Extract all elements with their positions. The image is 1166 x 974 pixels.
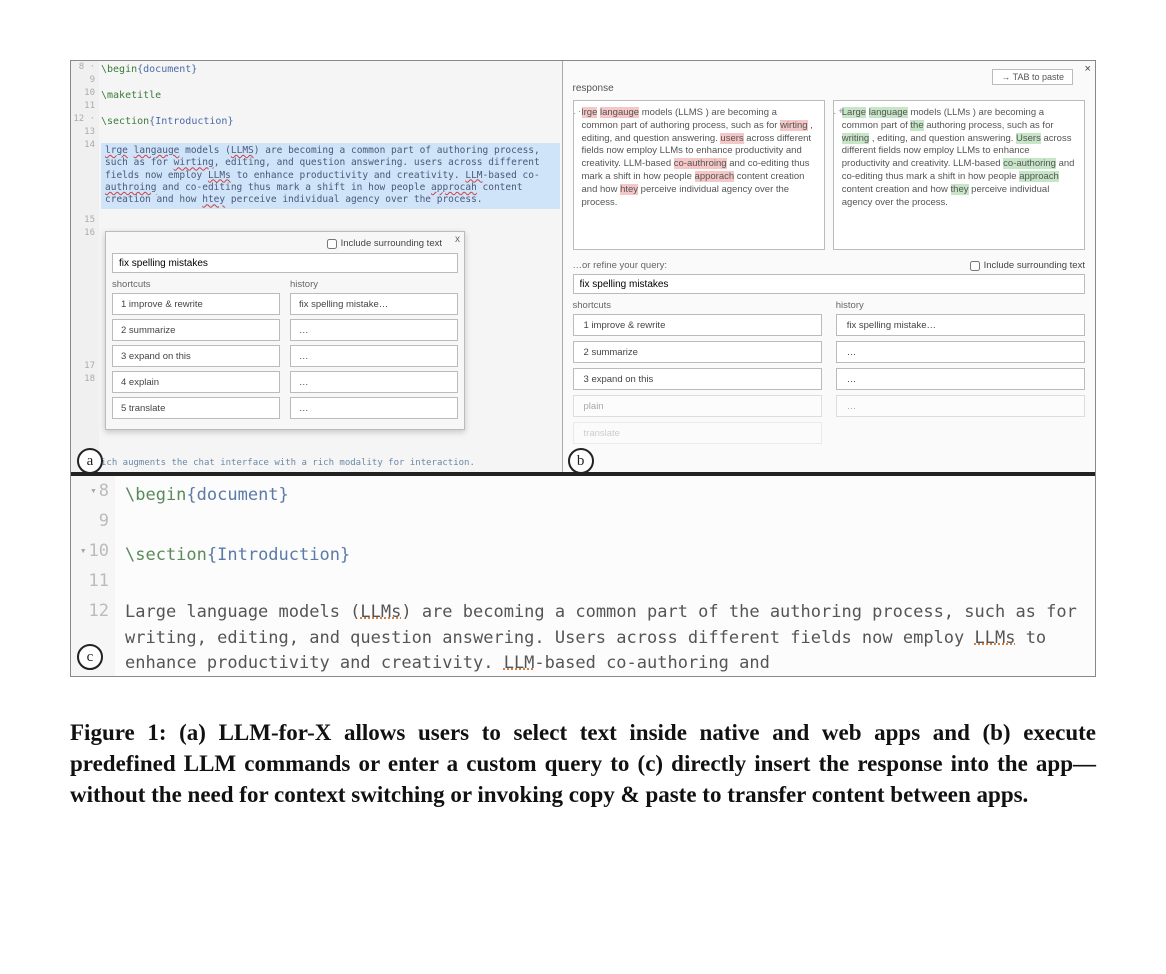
refine-label: …or refine your query: <box>573 260 668 271</box>
shortcuts-header: shortcuts <box>573 300 822 311</box>
history-header: history <box>290 279 458 290</box>
code-body[interactable]: \begin{document} \maketitle \section{Int… <box>101 61 562 209</box>
shortcut-option[interactable]: 4 explain <box>112 371 280 393</box>
include-context-label: Include surrounding text <box>341 238 442 249</box>
panel-a-editor: 8 · 9 10 11 12 · 13 14 15 16 17 18 \begi… <box>71 61 563 472</box>
shortcut-option[interactable]: 2 summarize <box>573 341 822 363</box>
code-body[interactable]: \begin{document} \section{Introduction} … <box>125 476 1095 677</box>
tab-paste-hint: → TAB to paste <box>992 69 1073 85</box>
include-context-checkbox[interactable] <box>970 261 980 271</box>
query-input[interactable] <box>112 253 458 273</box>
history-option[interactable]: … <box>836 341 1085 363</box>
history-option[interactable]: … <box>836 395 1085 417</box>
figure-caption: Figure 1: (a) LLM-for-X allows users to … <box>70 717 1096 810</box>
badge-c: c <box>77 644 103 670</box>
panel-b-response: × → TAB to paste response 1 · lrge langa… <box>563 61 1095 472</box>
history-option[interactable]: … <box>290 371 458 393</box>
history-option[interactable]: fix spelling mistake… <box>290 293 458 315</box>
history-option[interactable]: … <box>290 397 458 419</box>
history-option[interactable]: … <box>836 368 1085 390</box>
include-context-label: Include surrounding text <box>984 260 1085 271</box>
shortcut-option[interactable]: translate <box>573 422 822 444</box>
editor-footline: ich augments the chat interface with a r… <box>101 458 475 468</box>
history-header: history <box>836 300 1085 311</box>
shortcut-option[interactable]: 5 translate <box>112 397 280 419</box>
panel-c-result-editor: ············ ▾8 9 ▾10 11 12 \begin{docum… <box>71 476 1095 676</box>
response-corrected[interactable]: 1 + Large language models (LLMs ) are be… <box>833 100 1085 250</box>
shortcut-option[interactable]: 3 expand on this <box>112 345 280 367</box>
badge-a: a <box>77 448 103 474</box>
shortcut-option[interactable]: plain <box>573 395 822 417</box>
badge-b: b <box>568 448 594 474</box>
shortcuts-header: shortcuts <box>112 279 280 290</box>
selected-text[interactable]: lrge langauge models (LLMS) are becoming… <box>101 143 560 209</box>
figure-composite: a b c 8 · 9 10 11 12 · 13 14 15 16 17 18… <box>70 60 1096 677</box>
line-gutter: 8 · 9 10 11 12 · 13 14 15 16 17 18 <box>71 61 99 472</box>
shortcut-option[interactable]: 3 expand on this <box>573 368 822 390</box>
response-original[interactable]: 1 · lrge langauge models (LLMS ) are bec… <box>573 100 825 250</box>
shortcut-option[interactable]: 2 summarize <box>112 319 280 341</box>
query-popup: x Include surrounding text shortcuts 1 i… <box>105 231 465 430</box>
history-option[interactable]: … <box>290 345 458 367</box>
close-icon[interactable]: × <box>1085 63 1091 75</box>
close-icon[interactable]: x <box>455 234 460 245</box>
include-context-checkbox[interactable] <box>327 239 337 249</box>
query-input[interactable] <box>573 274 1085 294</box>
history-option[interactable]: … <box>290 319 458 341</box>
history-option[interactable]: fix spelling mistake… <box>836 314 1085 336</box>
shortcut-option[interactable]: 1 improve & rewrite <box>112 293 280 315</box>
shortcut-option[interactable]: 1 improve & rewrite <box>573 314 822 336</box>
